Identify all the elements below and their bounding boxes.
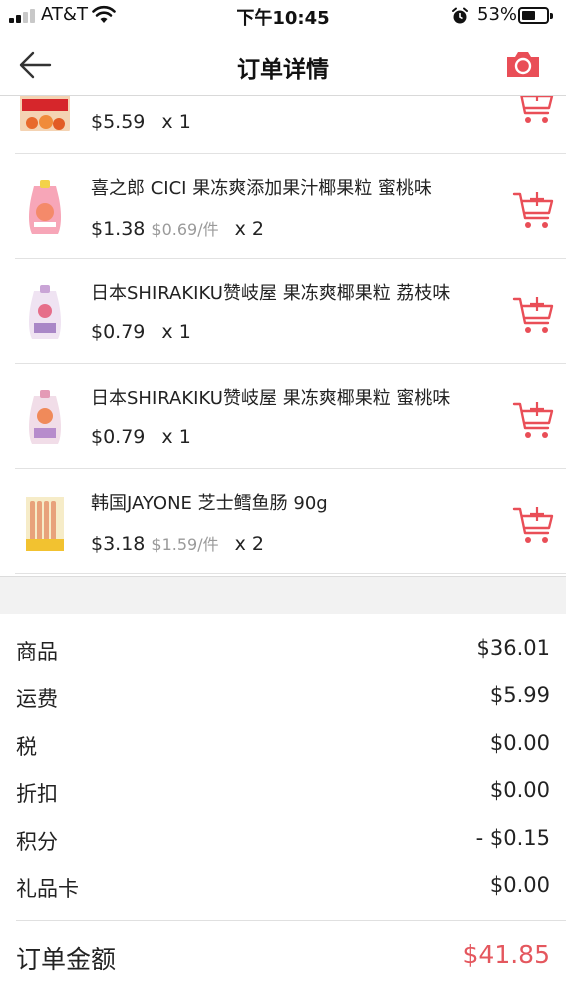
order-item: 韩国JAYONE 芝士鳕鱼肠 90g $3.18 $1.59/件 x 2 [15, 469, 566, 574]
summary-value: $36.01 [476, 636, 550, 660]
product-image [20, 180, 70, 238]
summary-row-tax: 税 $0.00 [0, 709, 566, 759]
product-image [20, 285, 70, 343]
item-price: $1.38 [91, 218, 146, 240]
item-price-row: $3.18 $1.59/件 x 2 [91, 531, 264, 555]
item-unit-price: $0.69/件 [151, 220, 219, 239]
item-price-row: $0.79 x 1 [91, 426, 191, 448]
item-price: $0.79 [91, 321, 146, 343]
summary-label: 礼品卡 [16, 876, 79, 901]
summary-value: $5.99 [489, 683, 550, 708]
item-qty: x 2 [234, 218, 264, 240]
section-separator [0, 576, 566, 614]
summary-value: $0.00 [489, 778, 550, 803]
item-price-row: $5.59 x 1 [91, 111, 191, 133]
item-price-row: $1.38 $0.69/件 x 2 [91, 216, 264, 240]
summary-value: $0.00 [489, 872, 550, 897]
order-item: $5.59 x 1 [15, 96, 566, 154]
camera-icon[interactable] [504, 49, 542, 79]
nav-bar: 订单详情 [0, 34, 566, 96]
summary-row-shipping: 运费 $5.99 [0, 661, 566, 711]
item-qty: x 1 [161, 111, 191, 133]
page-title: 订单详情 [237, 57, 329, 83]
summary-row-points: 积分 - $0.15 [0, 804, 566, 854]
item-unit-price: $1.59/件 [151, 535, 219, 554]
order-items-list[interactable]: $5.59 x 1 喜之郎 CICI 果冻爽添加果汁椰果粒 蜜桃味 $1.38 … [0, 96, 566, 576]
order-item: 喜之郎 CICI 果冻爽添加果汁椰果粒 蜜桃味 $1.38 $0.69/件 x 2 [15, 154, 566, 259]
item-price-row: $0.79 x 1 [91, 321, 191, 343]
item-price: $0.79 [91, 426, 146, 448]
item-name[interactable]: 日本SHIRAKIKU赞岐屋 果冻爽椰果粒 蜜桃味 [91, 384, 501, 410]
status-bar: AT&T 下午10:45 53% [0, 0, 566, 34]
summary-value: - $0.15 [475, 825, 550, 850]
product-image [20, 495, 70, 553]
summary-row-gift-card: 礼品卡 $0.00 [0, 851, 566, 901]
add-to-cart-icon[interactable] [512, 96, 556, 125]
summary-row-goods: 商品 $36.01 [0, 614, 566, 664]
item-name[interactable]: 喜之郎 CICI 果冻爽添加果汁椰果粒 蜜桃味 [91, 174, 501, 200]
product-image [20, 96, 70, 133]
item-price: $5.59 [91, 111, 146, 133]
add-to-cart-icon[interactable] [512, 505, 556, 545]
add-to-cart-icon[interactable] [512, 400, 556, 440]
item-qty: x 2 [234, 533, 264, 555]
item-name[interactable]: 日本SHIRAKIKU赞岐屋 果冻爽椰果粒 荔枝味 [91, 279, 501, 305]
order-item: 日本SHIRAKIKU赞岐屋 果冻爽椰果粒 荔枝味 $0.79 x 1 [15, 259, 566, 364]
item-name[interactable]: 韩国JAYONE 芝士鳕鱼肠 90g [91, 489, 501, 515]
alarm-icon [452, 7, 468, 24]
order-total-label: 订单金额 [16, 945, 117, 974]
divider [16, 920, 566, 921]
item-price: $3.18 [91, 533, 146, 555]
battery-percent: 53% [477, 4, 518, 25]
item-qty: x 1 [161, 426, 191, 448]
order-summary: 商品 $36.01 运费 $5.99 税 $0.00 折扣 $0.00 积分 -… [0, 614, 566, 901]
order-total-row: 订单金额 $41.85 [0, 940, 566, 980]
battery-icon [518, 7, 553, 24]
order-total-value: $41.85 [462, 940, 550, 969]
add-to-cart-icon[interactable] [512, 295, 556, 335]
add-to-cart-icon[interactable] [512, 190, 556, 230]
product-image [20, 390, 70, 448]
item-qty: x 1 [161, 321, 191, 343]
order-item: 日本SHIRAKIKU赞岐屋 果冻爽椰果粒 蜜桃味 $0.79 x 1 [15, 364, 566, 469]
summary-value: $0.00 [489, 730, 550, 755]
summary-row-discount: 折扣 $0.00 [0, 756, 566, 806]
